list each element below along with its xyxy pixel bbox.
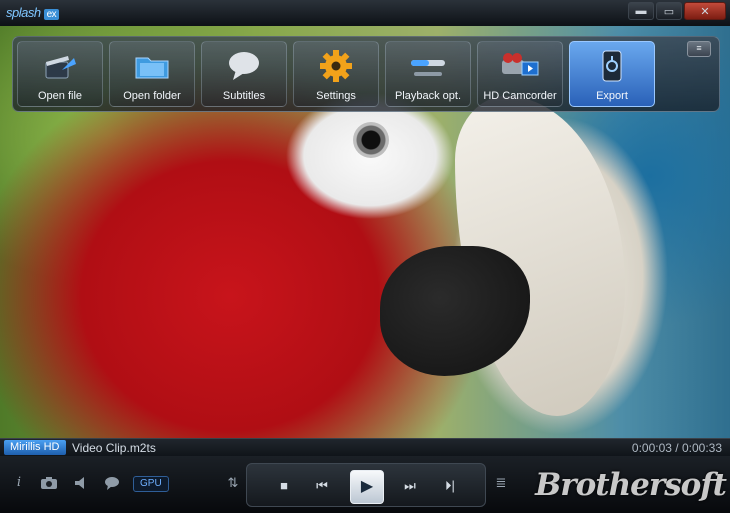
current-filename: Video Clip.m2ts: [72, 441, 156, 455]
maximize-button[interactable]: ▭: [656, 2, 682, 20]
screenshot-camera-icon[interactable]: [40, 474, 58, 492]
export-device-icon: [592, 48, 632, 84]
playlist-icon[interactable]: ≣: [492, 474, 510, 492]
mirillis-hd-badge: Mirillis HD: [4, 440, 66, 455]
settings-label: Settings: [316, 90, 356, 102]
brothersoft-watermark: Brothersoft: [535, 467, 727, 503]
frame-step-button[interactable]: ⏵|: [439, 475, 461, 497]
open-folder-label: Open folder: [123, 90, 181, 102]
hd-camcorder-label: HD Camcorder: [483, 90, 557, 102]
open-file-clapper-icon: [40, 48, 80, 84]
export-button[interactable]: Export: [569, 41, 655, 107]
minimize-button[interactable]: ▬: [628, 2, 654, 20]
close-button[interactable]: ✕: [684, 2, 726, 20]
logo-badge: ex: [43, 9, 60, 20]
speech-bubble-icon: [224, 48, 264, 84]
window-controls: ▬ ▭ ✕: [628, 2, 726, 20]
status-bar: Mirillis HD Video Clip.m2ts 0:00:03 / 0:…: [0, 438, 730, 457]
info-icon[interactable]: i: [10, 474, 28, 492]
camcorder-icon: [500, 48, 540, 84]
next-button[interactable]: ⏭: [399, 475, 421, 497]
transport-panel: ■ ⏮ ▶ ⏭ ⏵|: [246, 463, 486, 507]
folder-icon: [132, 48, 172, 84]
export-label: Export: [596, 90, 628, 102]
logo-text: splash: [6, 5, 41, 20]
open-file-label: Open file: [37, 90, 83, 102]
play-button[interactable]: ▶: [350, 470, 384, 504]
stop-button[interactable]: ■: [273, 475, 295, 497]
volume-speaker-icon[interactable]: [72, 474, 90, 492]
settings-button[interactable]: Settings: [293, 41, 379, 107]
open-folder-button[interactable]: Open folder: [109, 41, 195, 107]
subtitles-button[interactable]: Subtitles: [201, 41, 287, 107]
title-bar: splash ex ▬ ▭ ✕: [0, 0, 730, 27]
subtitles-label: Subtitles: [222, 90, 266, 102]
subtitles-bubble-icon[interactable]: [103, 474, 121, 492]
gear-icon: [316, 48, 356, 84]
playback-options-label: Playback opt.: [394, 90, 462, 102]
gpu-indicator[interactable]: GPU: [133, 476, 169, 492]
main-toolbar: Open file Open folder Subtitles Settings…: [12, 36, 720, 112]
slider-icon: [408, 48, 448, 84]
playback-options-button[interactable]: Playback opt.: [385, 41, 471, 107]
equalizer-icon[interactable]: ⇅: [224, 474, 242, 492]
time-display: 0:00:03 / 0:00:33: [631, 441, 722, 455]
playback-controls: i GPU ⇅ ■ ⏮ ▶ ⏭ ⏵| ≣ Brothersoft: [0, 456, 730, 513]
app-logo: splash ex: [6, 5, 60, 20]
parrot-eye: [353, 122, 389, 158]
previous-button[interactable]: ⏮: [311, 475, 333, 497]
toolbar-collapse-button[interactable]: ≡: [687, 41, 711, 57]
hd-camcorder-button[interactable]: HD Camcorder: [477, 41, 563, 107]
open-file-button[interactable]: Open file: [17, 41, 103, 107]
